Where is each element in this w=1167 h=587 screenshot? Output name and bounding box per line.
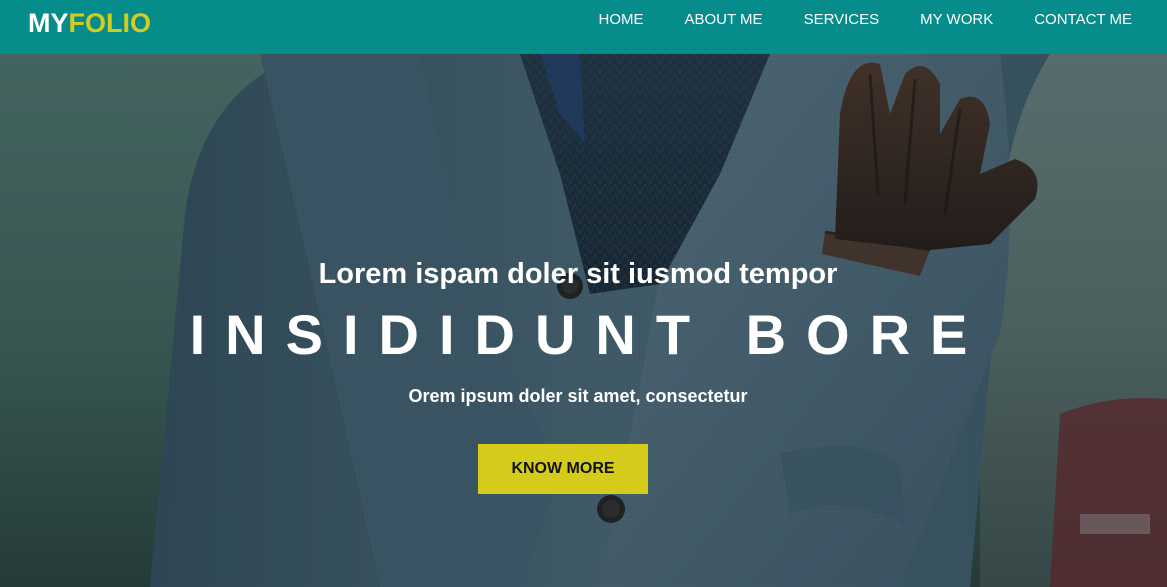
hero-subtitle: Lorem ispam doler sit iusmod tempor [318, 258, 838, 290]
nav-link-home[interactable]: HOME [598, 11, 643, 29]
know-more-button[interactable]: KNOW MORE [478, 444, 648, 494]
hero-title: INSIDIDUNT BORE [189, 303, 988, 366]
nav-link-my-work[interactable]: MY WORK [920, 11, 993, 29]
main-nav: HOME ABOUT ME SERVICES MY WORK CONTACT M… [557, 0, 1132, 40]
hero-content: Lorem ispam doler sit iusmod tempor INSI… [0, 54, 1167, 587]
logo-text-my: MY [28, 8, 69, 38]
logo-text-folio: FOLIO [68, 8, 152, 38]
logo-link[interactable]: MYFOLIO [28, 6, 151, 40]
page: MYFOLIO HOME ABOUT ME SERVICES MY WORK C… [0, 0, 1167, 587]
nav-link-services[interactable]: SERVICES [804, 11, 880, 29]
hero-text: Orem ipsum doler sit amet, consectetur [408, 386, 748, 406]
navbar: MYFOLIO HOME ABOUT ME SERVICES MY WORK C… [0, 0, 1167, 54]
nav-link-contact-me[interactable]: CONTACT ME [1034, 11, 1132, 29]
nav-link-about-me[interactable]: ABOUT ME [684, 11, 762, 29]
